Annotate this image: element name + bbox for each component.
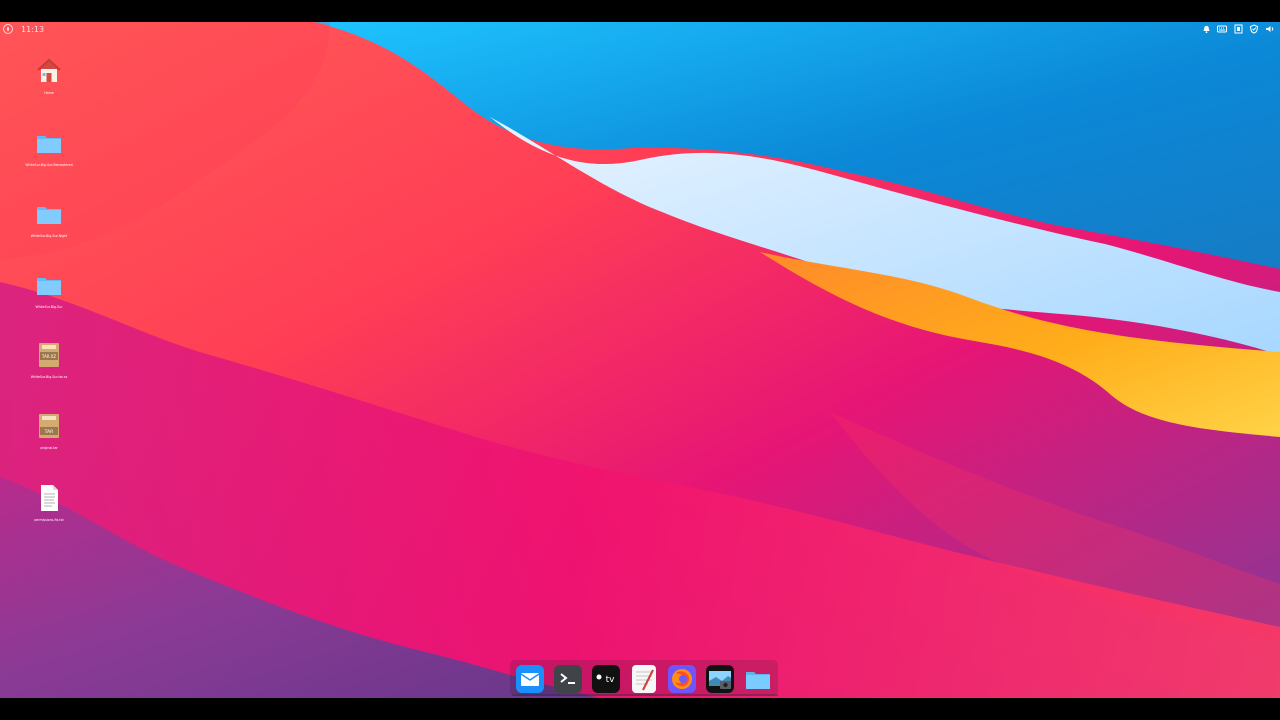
top-panel-left: 11:13 xyxy=(0,24,44,34)
apple-tv-icon[interactable]: tv xyxy=(592,665,620,693)
desktop-item-folder-3[interactable]: WhiteSur-Big-Sur xyxy=(27,270,71,322)
desktop-item-tar[interactable]: TAR original.tar xyxy=(27,411,71,463)
desktop-item-tar-xz[interactable]: TAR.XZ WhiteSur-Big-Sur.tar.xz xyxy=(27,340,71,392)
top-panel: 11:13 xyxy=(0,22,1280,36)
desktop-item-label: WhiteSur-Big-Sur.tar.xz xyxy=(30,375,68,379)
archive-tar-xz-icon: TAR.XZ xyxy=(39,343,59,367)
text-document-icon xyxy=(41,485,58,511)
battery-icon[interactable] xyxy=(1233,24,1243,34)
text-editor-icon[interactable] xyxy=(630,665,658,693)
clock[interactable]: 11:13 xyxy=(21,25,44,34)
mail-icon[interactable] xyxy=(516,665,544,693)
desktop-item-label: WhiteSur-Big-Sur xyxy=(35,305,63,309)
desktop-item-label: Home xyxy=(44,91,54,95)
desktop-item-label: WhiteSur-Big-Sur-Remastered xyxy=(25,163,73,167)
desktop-item-folder-1[interactable]: WhiteSur-Big-Sur-Remastered xyxy=(25,128,73,180)
keyboard-icon[interactable] xyxy=(1217,24,1227,34)
svg-text:TAR: TAR xyxy=(44,429,55,435)
shield-icon[interactable] xyxy=(1249,24,1259,34)
system-tray xyxy=(1201,24,1280,34)
desktop-item-home[interactable]: Home xyxy=(27,56,71,108)
volume-icon[interactable] xyxy=(1265,24,1275,34)
dock-indicator-line xyxy=(512,694,778,696)
folder-icon[interactable] xyxy=(744,665,772,693)
archive-tar-icon: TAR xyxy=(39,414,59,438)
folder-icon xyxy=(37,278,61,295)
desktop-item-folder-2[interactable]: WhiteSur-Big-Sur-Night xyxy=(27,199,71,251)
wallpaper xyxy=(0,22,1280,698)
home-icon xyxy=(37,58,61,82)
desktop-screen[interactable]: 11:13 Home WhiteSur-Big-Sur-Remastered W… xyxy=(0,22,1280,698)
system-logo-icon[interactable] xyxy=(3,24,13,34)
folder-icon xyxy=(37,136,61,153)
desktop-item-text-file[interactable]: permissions-fix.txt xyxy=(27,483,71,535)
bell-icon[interactable] xyxy=(1201,24,1211,34)
desktop-item-label: original.tar xyxy=(40,446,58,450)
bottom-black-bar xyxy=(0,698,1280,720)
terminal-icon[interactable] xyxy=(554,665,582,693)
svg-text:tv: tv xyxy=(606,675,616,685)
svg-text:TAR.XZ: TAR.XZ xyxy=(41,354,57,359)
firefox-icon[interactable] xyxy=(668,665,696,693)
desktop-item-label: WhiteSur-Big-Sur-Night xyxy=(30,234,68,238)
desktop-item-label: permissions-fix.txt xyxy=(34,518,64,522)
folder-icon xyxy=(37,207,61,224)
screenshot-icon[interactable] xyxy=(706,665,734,693)
